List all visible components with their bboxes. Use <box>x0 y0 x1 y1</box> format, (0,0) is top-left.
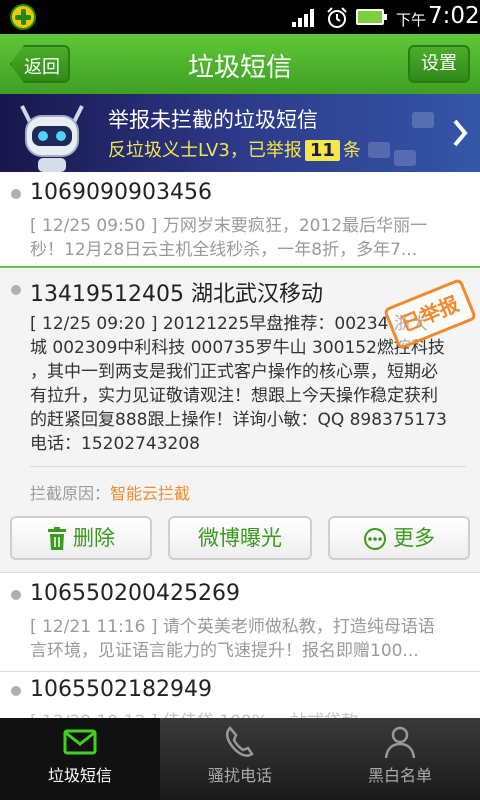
block-reason-value: 智能云拦截 <box>110 484 191 503</box>
battery-icon <box>356 9 387 25</box>
decorative-message-icon <box>412 112 434 128</box>
message-body-line: 电话：15202743208 <box>30 434 200 454</box>
banner-subtitle: 反垃圾义士LV3，已举报 11 条 <box>108 136 361 162</box>
delete-button-label: 删除 <box>73 526 115 550</box>
phone-icon <box>226 726 254 757</box>
divider <box>30 466 466 467</box>
message-preview-line: 秒！12月28日云主机全线秒杀，一年8折，多年7... <box>30 240 418 260</box>
contact-person-icon <box>384 726 416 759</box>
message-sender: 106550200425269 <box>30 581 240 606</box>
more-button-label: 更多 <box>393 526 435 550</box>
robot-mascot-icon <box>20 105 84 172</box>
title-bar: 返回 垃圾短信 设置 <box>0 34 480 94</box>
banner-subtitle-suffix: 条 <box>342 140 361 161</box>
tab-black-white-list[interactable]: 黑白名单 <box>320 718 480 800</box>
decorative-message-icon <box>394 150 416 166</box>
unread-dot-icon <box>11 189 21 199</box>
message-preview: [ 12/20 10:12 ] 佳佳贷 100% 一站式贷款 ... <box>30 710 456 718</box>
weibo-expose-button[interactable]: 微博曝光 <box>168 516 312 560</box>
message-sender: 13419512405 湖北武汉移动 <box>30 282 323 307</box>
signal-icon <box>292 9 318 27</box>
status-time: 7:02 <box>428 3 480 29</box>
unread-dot-icon <box>11 590 21 600</box>
status-ampm: 下午 <box>396 11 427 29</box>
message-sender: 1069090903456 <box>30 180 212 205</box>
tab-harassing-calls[interactable]: 骚扰电话 <box>160 718 320 800</box>
unread-dot-icon <box>11 285 21 295</box>
list-item[interactable]: 1065502182949 [ 12/20 10:12 ] 佳佳贷 100% 一… <box>0 672 480 718</box>
message-list: 1069090903456 [ 12/25 09:50 ] 万网岁末要疯狂，20… <box>0 172 480 718</box>
tab-label: 骚扰电话 <box>207 766 272 785</box>
envelope-icon <box>63 729 97 755</box>
message-preview-line: [ 12/25 09:50 ] 万网岁末要疯狂，2012最后华丽一 <box>30 216 428 236</box>
report-banner[interactable]: 举报未拦截的垃圾短信 反垃圾义士LV3，已举报 11 条 <box>0 94 480 172</box>
message-preview-line: [ 12/21 11:16 ] 请个英美老师做私教，打造纯母语语 <box>30 617 435 637</box>
banner-subtitle-prefix: 反垃圾义士LV3，已举报 <box>108 140 302 161</box>
list-item[interactable]: 106550200425269 [ 12/21 11:16 ] 请个英美老师做私… <box>0 573 480 671</box>
message-preview-line: 言环境，见证语言能力的飞速提升！报名即赠100... <box>30 641 419 661</box>
chevron-right-icon <box>453 119 468 147</box>
delete-button[interactable]: 删除 <box>10 516 152 560</box>
message-preview-line: [ 12/20 10:12 ] 佳佳贷 100% 一站式贷款 ... <box>30 710 456 718</box>
tab-label: 垃圾短信 <box>47 766 112 785</box>
status-bar: 下午 7:02 <box>0 0 480 34</box>
message-body-line: 的赶紧回复888跟上操作！详询小敏：QQ 898375173 <box>30 410 447 430</box>
settings-button[interactable]: 设置 <box>408 45 470 83</box>
weibo-expose-button-label: 微博曝光 <box>198 526 282 550</box>
list-item[interactable]: 1069090903456 [ 12/25 09:50 ] 万网岁末要疯狂，20… <box>0 172 480 266</box>
unread-dot-icon <box>11 686 21 696</box>
tab-spam-sms[interactable]: 垃圾短信 <box>0 718 160 800</box>
block-reason: 拦截原因：智能云拦截 <box>30 480 190 504</box>
bottom-tab-bar: 垃圾短信 骚扰电话 黑白名单 <box>0 718 480 800</box>
tab-label: 黑白名单 <box>367 766 432 785</box>
block-reason-label: 拦截原因： <box>30 484 111 503</box>
list-item-expanded[interactable]: 13419512405 湖北武汉移动 [ 12/25 09:20 ] 20121… <box>0 268 480 572</box>
more-button[interactable]: 更多 <box>328 516 470 560</box>
alarm-icon <box>327 7 347 28</box>
message-preview: [ 12/21 11:16 ] 请个英美老师做私教，打造纯母语语 言环境，见证语… <box>30 615 456 663</box>
report-count-badge: 11 <box>304 140 340 161</box>
decorative-message-icon <box>368 142 390 158</box>
message-preview: [ 12/25 09:50 ] 万网岁末要疯狂，2012最后华丽一 秒！12月2… <box>30 214 456 262</box>
trash-icon <box>48 527 66 550</box>
more-dots-icon <box>364 528 386 550</box>
banner-title: 举报未拦截的垃圾短信 <box>108 108 318 132</box>
message-body-line: 有拉升，实力见证敬请观注！想跟上今天操作稳定获利 <box>30 386 438 406</box>
message-sender: 1065502182949 <box>30 677 212 702</box>
message-body-line: ，其中一到两支是我们正式客户操作的核心票，短期必 <box>30 362 438 382</box>
app-notification-icon <box>10 4 36 30</box>
